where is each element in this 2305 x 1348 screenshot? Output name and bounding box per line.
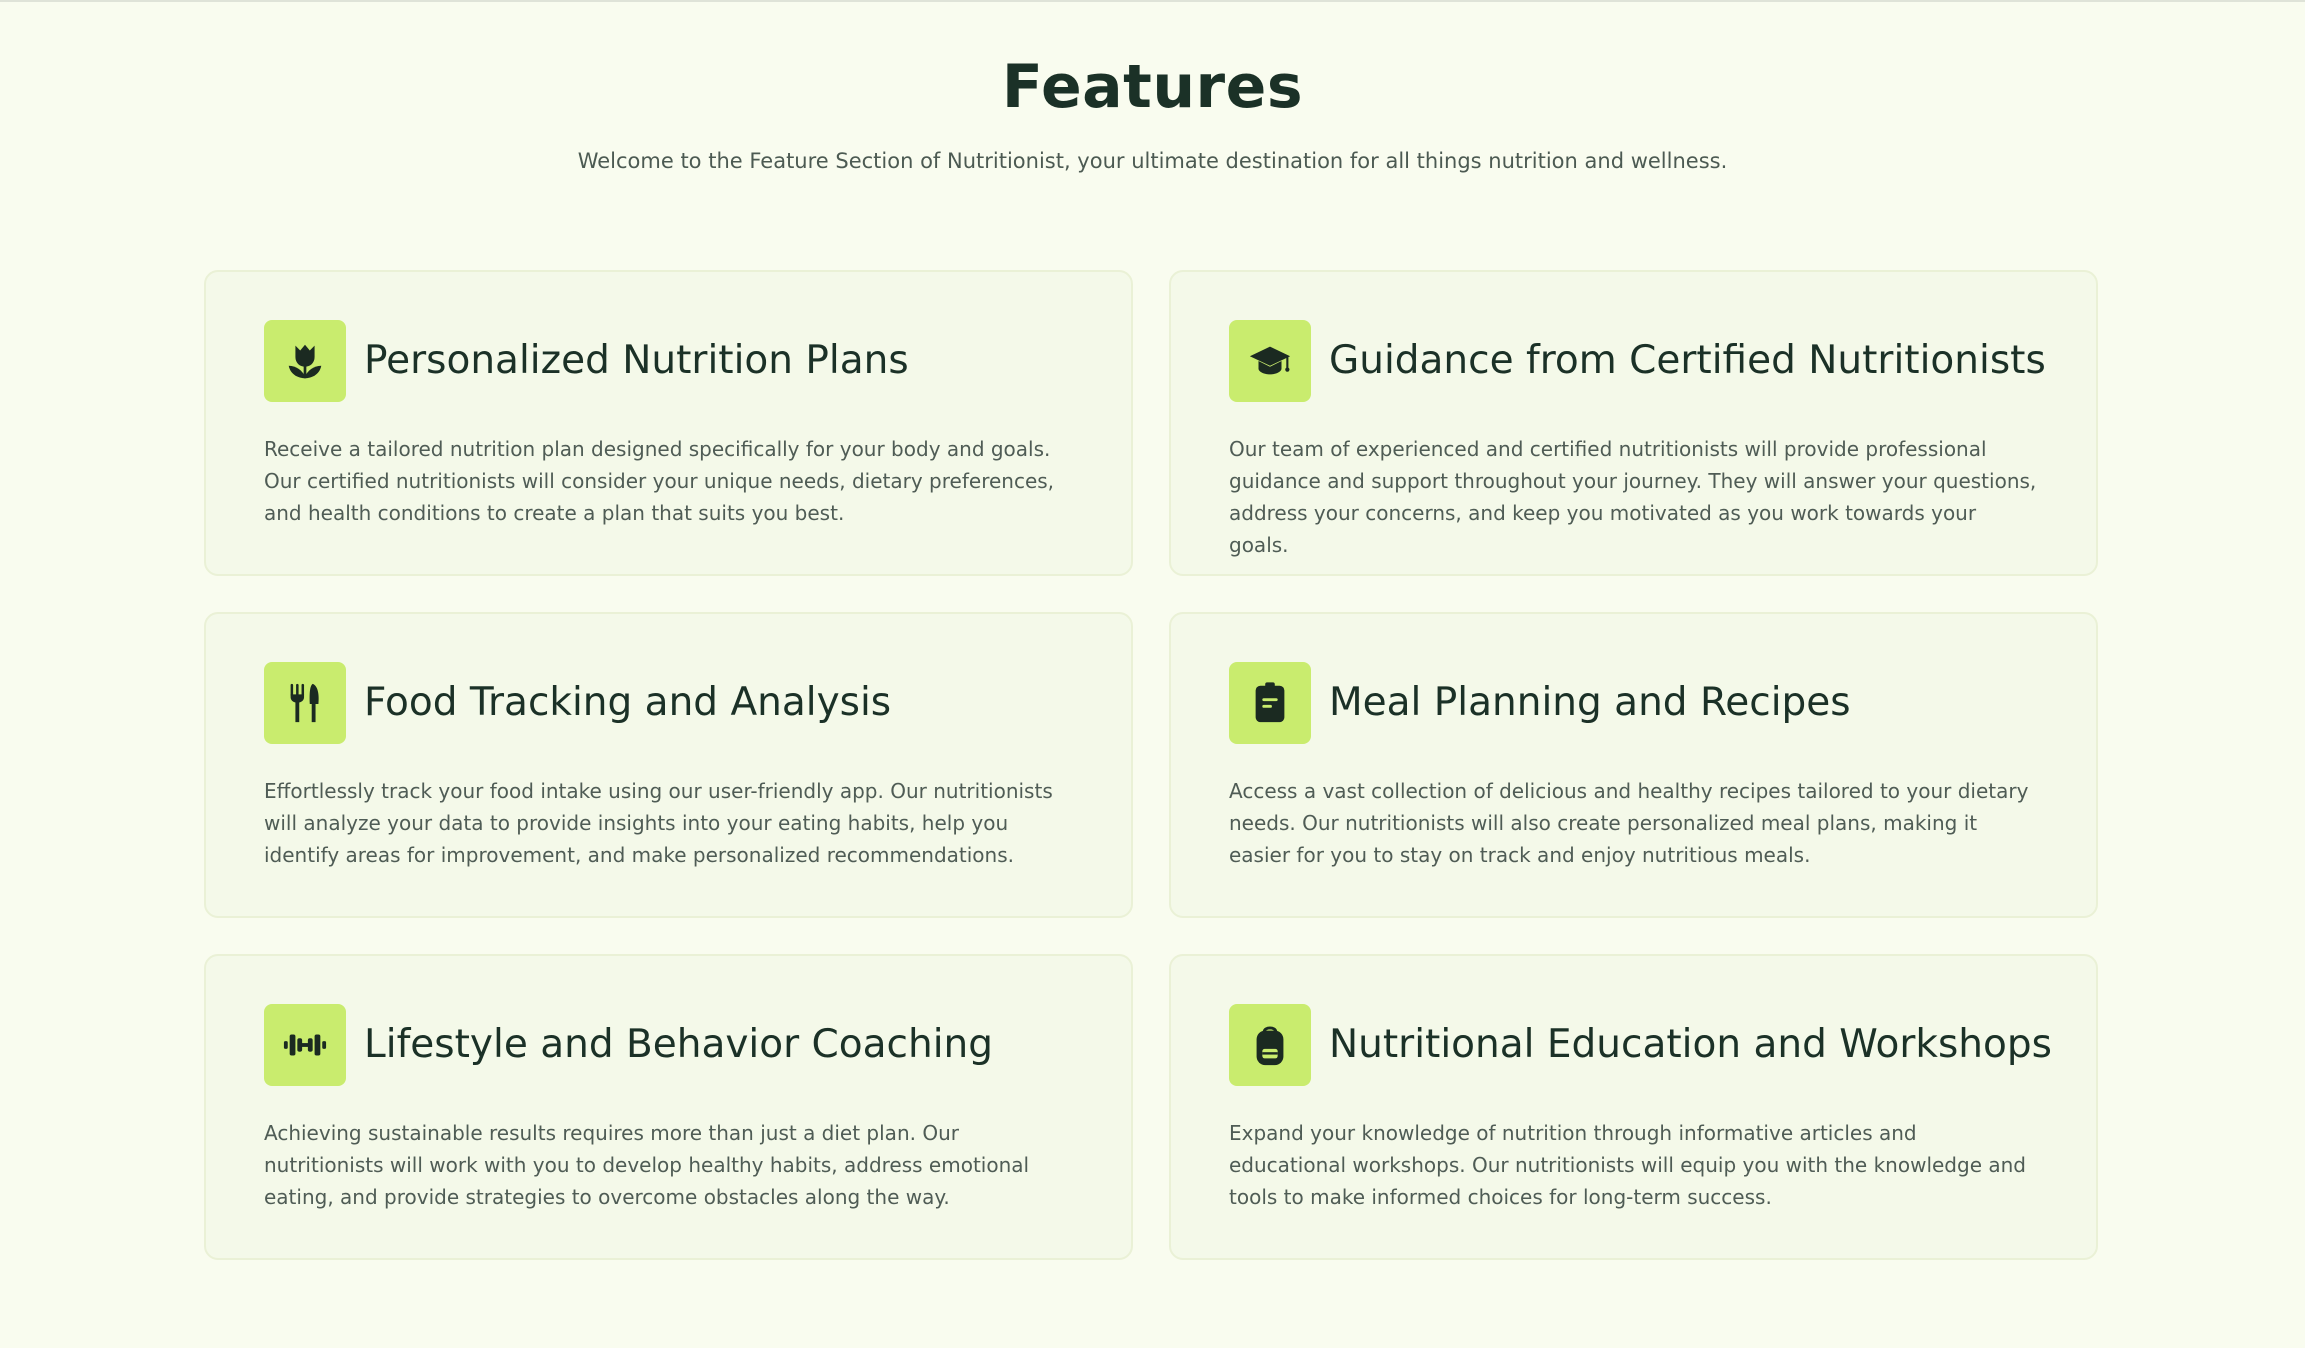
feature-card-title: Lifestyle and Behavior Coaching: [364, 1022, 994, 1067]
feature-card-personalized-nutrition-plans: Personalized Nutrition Plans Receive a t…: [204, 270, 1133, 576]
feature-card-meal-planning-and-recipes: Meal Planning and Recipes Access a vast …: [1169, 612, 2098, 918]
clipboard-icon: [1229, 662, 1311, 744]
feature-card-food-tracking-and-analysis: Food Tracking and Analysis Effortlessly …: [204, 612, 1133, 918]
dumbbell-icon: [264, 1004, 346, 1086]
feature-card-header: Nutritional Education and Workshops: [1229, 1003, 2052, 1087]
feature-card-header: Lifestyle and Behavior Coaching: [264, 1003, 1073, 1087]
page-subtitle: Welcome to the Feature Section of Nutrit…: [577, 149, 1728, 173]
features-grid: Personalized Nutrition Plans Receive a t…: [204, 270, 2099, 1260]
feature-card-description: Achieving sustainable results requires m…: [264, 1121, 1030, 1209]
feature-card-header: Personalized Nutrition Plans: [264, 319, 1073, 403]
feature-card-description: Our team of experienced and certified nu…: [1229, 437, 2037, 557]
tulip-icon: [264, 320, 346, 402]
feature-card-description: Effortlessly track your food intake usin…: [264, 779, 1053, 867]
page-title: Features: [1001, 52, 1304, 122]
backpack-icon: [1229, 1004, 1311, 1086]
feature-card-nutritional-education-and-workshops: Nutritional Education and Workshops Expa…: [1169, 954, 2098, 1260]
feature-card-lifestyle-and-behavior-coaching: Lifestyle and Behavior Coaching Achievin…: [204, 954, 1133, 1260]
feature-card-title: Nutritional Education and Workshops: [1329, 1022, 2052, 1067]
feature-card-description: Receive a tailored nutrition plan design…: [264, 437, 1055, 525]
feature-card-header: Guidance from Certified Nutritionists: [1229, 319, 2046, 403]
feature-card-header: Food Tracking and Analysis: [264, 661, 1073, 745]
feature-card-description: Expand your knowledge of nutrition throu…: [1229, 1121, 2026, 1209]
feature-card-description: Access a vast collection of delicious an…: [1229, 779, 2029, 867]
utensils-icon: [264, 662, 346, 744]
feature-card-guidance-from-certified-nutritionists: Guidance from Certified Nutritionists Ou…: [1169, 270, 2098, 576]
features-header: Features Welcome to the Feature Section …: [0, 0, 2305, 176]
feature-card-title: Guidance from Certified Nutritionists: [1329, 338, 2046, 383]
feature-card-title: Food Tracking and Analysis: [364, 680, 892, 725]
feature-card-header: Meal Planning and Recipes: [1229, 661, 2038, 745]
graduation-cap-icon: [1229, 320, 1311, 402]
feature-card-title: Meal Planning and Recipes: [1329, 680, 1851, 725]
feature-card-title: Personalized Nutrition Plans: [364, 338, 909, 383]
